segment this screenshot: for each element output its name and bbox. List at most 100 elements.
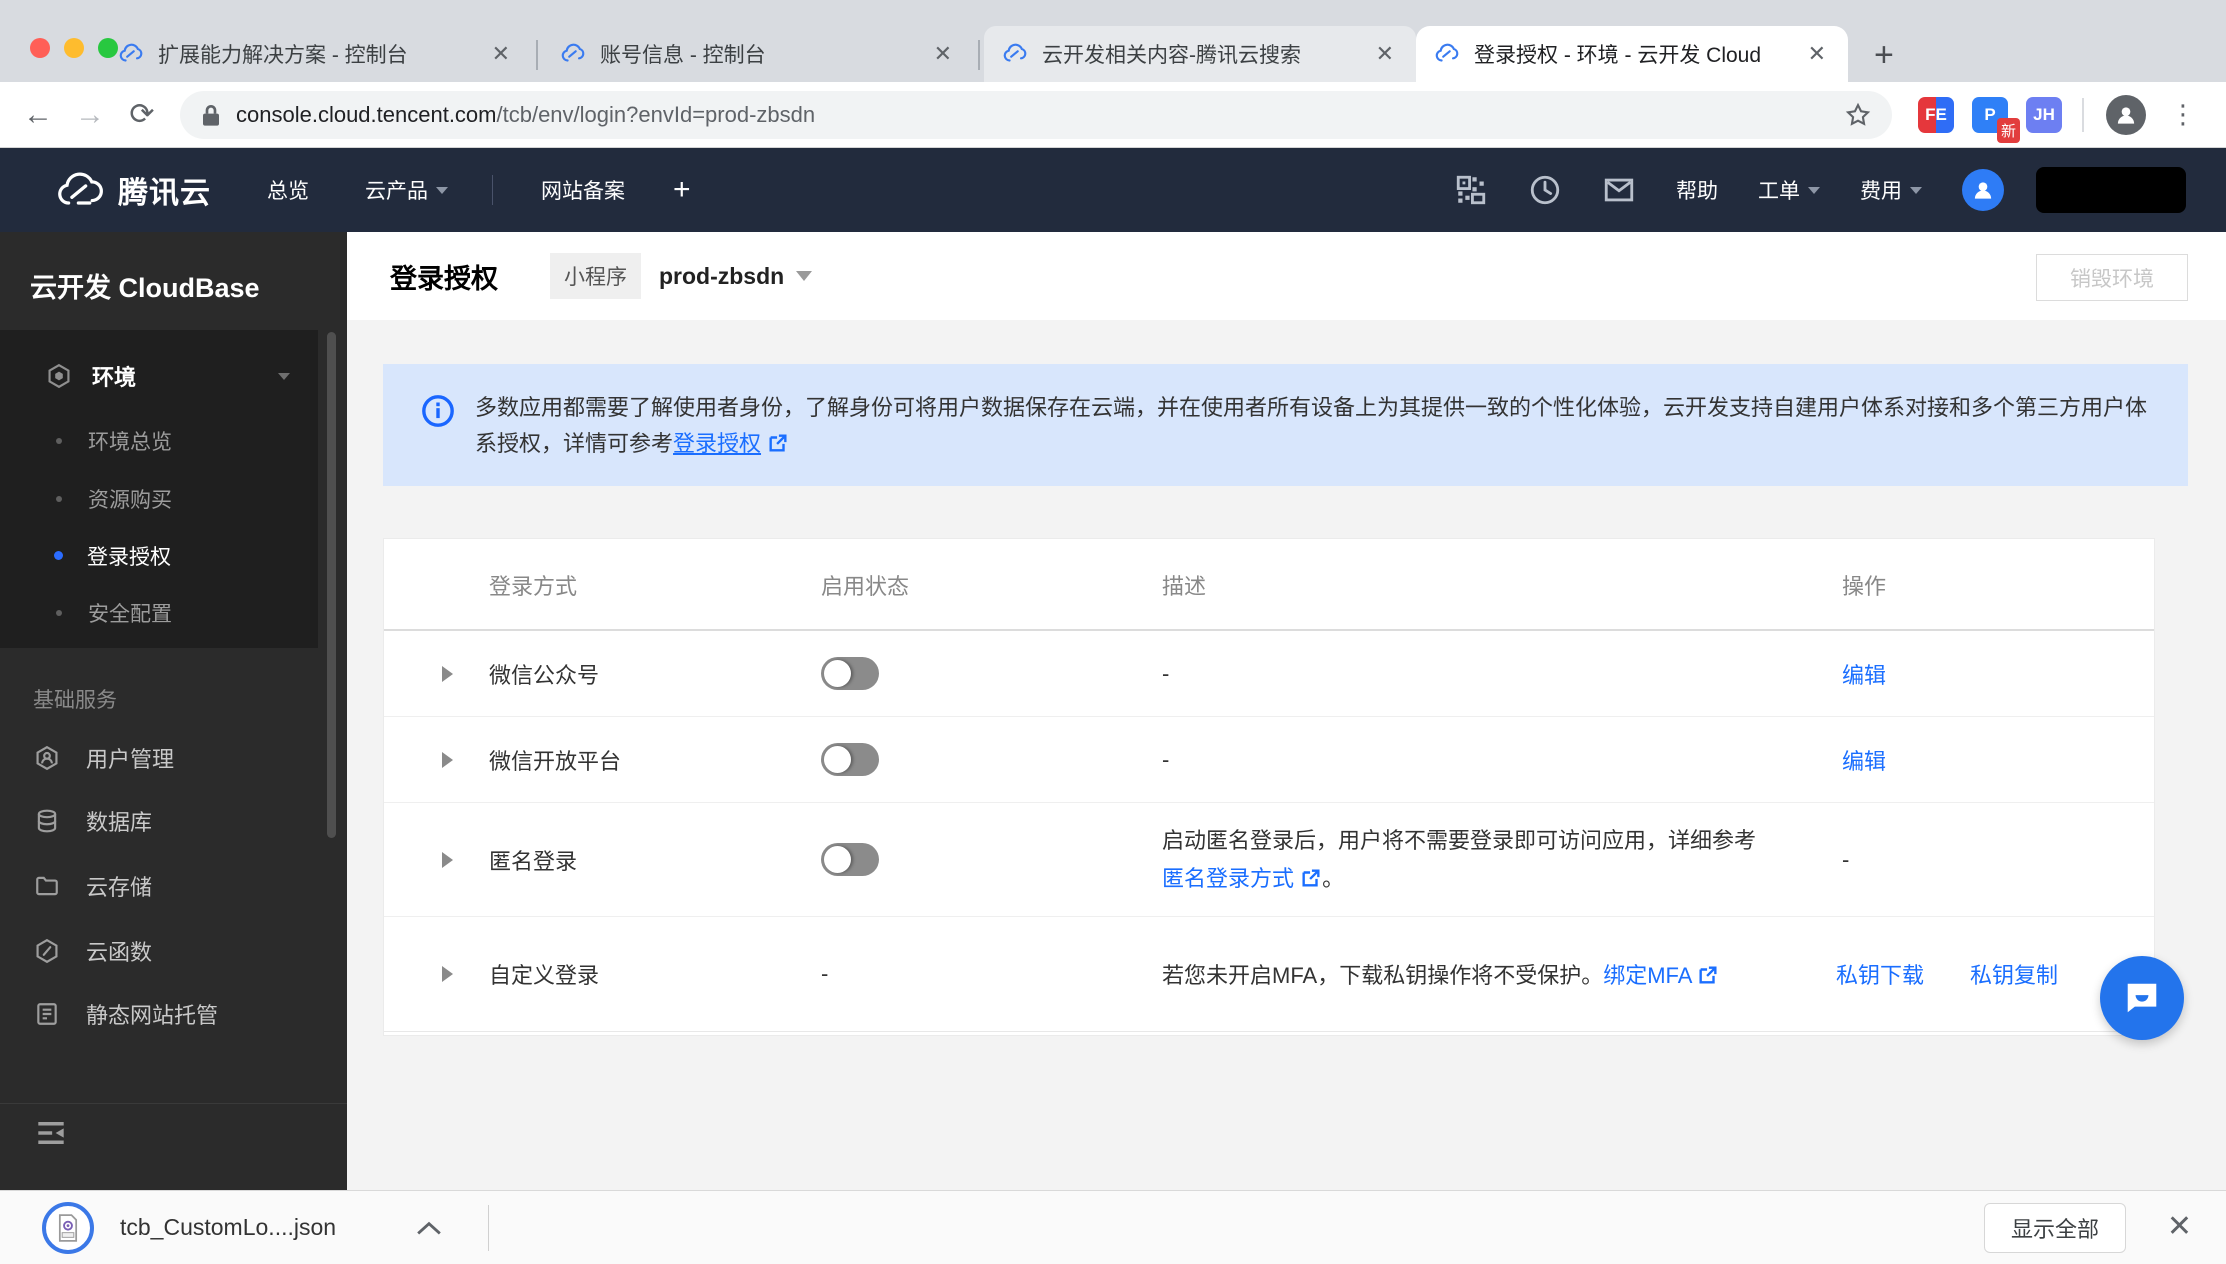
database-icon — [37, 809, 57, 833]
person-icon — [2117, 106, 2135, 124]
sidebar-item-env-overview[interactable]: 环境总览 — [0, 412, 318, 469]
private-key-download-link[interactable]: 私钥下载 — [1836, 958, 1924, 990]
hexagon-env-icon — [48, 363, 70, 389]
destroy-env-button[interactable]: 销毁环境 — [2036, 254, 2188, 301]
tab-close-icon[interactable]: ✕ — [1370, 41, 1400, 67]
tab-title: 登录授权 - 环境 - 云开发 Cloud — [1474, 44, 1762, 67]
back-icon[interactable]: ← — [12, 98, 64, 132]
tencent-cloud-favicon — [1435, 43, 1459, 62]
message-mail-icon[interactable] — [1602, 173, 1636, 207]
edit-link[interactable]: 编辑 — [1842, 658, 1886, 690]
row-name: 自定义登录 — [489, 963, 600, 988]
tencent-cloud-logo[interactable]: 腾讯云 — [54, 168, 211, 212]
chevron-down-icon — [1910, 186, 1922, 194]
nav-ticket[interactable]: 工单 — [1758, 175, 1820, 205]
tab-title: 扩展能力解决方案 - 控制台 — [158, 44, 408, 67]
sidebar-section-env[interactable]: 环境 — [0, 350, 318, 402]
account-avatar[interactable] — [1962, 169, 2004, 211]
nav-beian[interactable]: 网站备案 — [541, 175, 625, 205]
browser-tab-active[interactable]: 登录授权 - 环境 - 云开发 Cloud ✕ — [1416, 26, 1848, 82]
bookmark-star-icon[interactable] — [1844, 101, 1872, 129]
banner-text: 多数应用都需要了解使用者身份，了解身份可将用户数据保存在云端，并在使用者所有设备… — [475, 395, 2148, 456]
browser-tab-3[interactable]: 云开发相关内容-腾讯云搜索 ✕ — [984, 26, 1416, 82]
env-id-selector[interactable]: prod-zbsdn — [659, 263, 784, 290]
browser-window: 扩展能力解决方案 - 控制台 ✕ 账号信息 - 控制台 ✕ 云开发相关内容-腾讯… — [0, 0, 2226, 1264]
tab-close-icon[interactable]: ✕ — [928, 41, 958, 67]
login-methods-table: 登录方式 启用状态 描述 操作 微信公众号 - 编辑 微信开放平台 - 编辑 匿… — [383, 538, 2155, 1036]
anonymous-login-link[interactable]: 匿名登录方式 — [1162, 866, 1294, 891]
page-header: 登录授权 小程序 prod-zbsdn 销毁环境 — [347, 232, 2226, 320]
info-banner: 多数应用都需要了解使用者身份，了解身份可将用户数据保存在云端，并在使用者所有设备… — [383, 364, 2188, 486]
header-description: 描述 — [1162, 574, 1207, 599]
download-bar-close-icon[interactable]: ✕ — [2167, 1209, 2192, 1244]
chevron-down-icon[interactable] — [796, 271, 813, 281]
tencent-cloud-favicon — [561, 43, 585, 62]
url-address-bar[interactable]: console.cloud.tencent.com/tcb/env/login?… — [180, 90, 1892, 139]
qrcode-icon[interactable] — [1454, 173, 1488, 207]
browser-profile-avatar[interactable] — [2106, 94, 2146, 135]
row-name: 匿名登录 — [489, 848, 578, 874]
nav-products[interactable]: 云产品 — [365, 175, 448, 205]
header-login-method: 登录方式 — [489, 574, 578, 599]
download-bar: tcb_CustomLo....json 显示全部 ✕ — [0, 1190, 2226, 1264]
browser-tab-1[interactable]: 扩展能力解决方案 - 控制台 ✕ — [100, 26, 532, 82]
edit-link[interactable]: 编辑 — [1842, 744, 1886, 776]
toggle-off-switch[interactable] — [821, 743, 879, 776]
browser-menu-icon[interactable]: ⋮ — [2170, 99, 2196, 130]
tab-close-icon[interactable]: ✕ — [486, 41, 516, 67]
customer-service-chat-button[interactable] — [2100, 956, 2184, 1040]
row-description: 若您未开启MFA，下载私钥操作将不受保护。绑定MFA — [1162, 917, 1719, 1031]
table-row-wechat-open: 微信开放平台 - 编辑 — [384, 717, 2154, 803]
banner-login-auth-link[interactable]: 登录授权 — [673, 431, 761, 456]
browser-tab-2[interactable]: 账号信息 - 控制台 ✕ — [542, 26, 974, 82]
toggle-off-switch[interactable] — [821, 843, 879, 876]
sidebar-group-label: 基础服务 — [33, 689, 117, 712]
sidebar-item-resource-purchase[interactable]: 资源购买 — [0, 470, 318, 527]
tab-separator — [978, 40, 980, 70]
toggle-off-switch[interactable] — [821, 657, 879, 690]
sidebar-item-login-auth[interactable]: 登录授权 — [0, 527, 318, 584]
download-bar-divider — [488, 1204, 490, 1251]
sidebar-item-database[interactable]: 数据库 — [0, 791, 318, 851]
sidebar-item-user-management[interactable]: 用户管理 — [0, 728, 318, 788]
nav-billing[interactable]: 费用 — [1860, 175, 1922, 205]
sidebar-item-static-hosting[interactable]: 静态网站托管 — [0, 984, 318, 1044]
private-key-copy-link[interactable]: 私钥复制 — [1970, 958, 2058, 990]
chevron-down-icon — [436, 186, 448, 194]
cloud-function-icon — [36, 938, 58, 964]
window-minimize-button[interactable] — [64, 38, 84, 58]
forward-icon[interactable]: → — [64, 98, 116, 132]
reload-icon[interactable]: ⟳ — [116, 97, 168, 132]
chevron-up-icon[interactable] — [416, 1219, 442, 1237]
tab-separator — [536, 40, 538, 70]
tab-strip: 扩展能力解决方案 - 控制台 ✕ 账号信息 - 控制台 ✕ 云开发相关内容-腾讯… — [0, 0, 2226, 82]
bullet-icon — [56, 437, 62, 444]
nav-add-icon[interactable]: + — [673, 173, 691, 207]
row-toggle[interactable] — [821, 631, 879, 716]
extension-p-icon[interactable]: P新 — [1972, 96, 2020, 143]
env-type-badge: 小程序 — [550, 253, 641, 299]
user-management-icon — [36, 745, 58, 771]
show-all-downloads-button[interactable]: 显示全部 — [1983, 1203, 2126, 1253]
sidebar-scrollbar[interactable] — [327, 332, 336, 838]
nav-overview[interactable]: 总览 — [267, 175, 309, 205]
nav-help[interactable]: 帮助 — [1676, 175, 1718, 205]
extensions-area: FE P新 JH — [1918, 96, 2062, 143]
chevron-down-icon — [278, 372, 290, 380]
sidebar-item-security-config[interactable]: 安全配置 — [0, 584, 318, 641]
window-close-button[interactable] — [30, 38, 50, 58]
tab-close-icon[interactable]: ✕ — [1802, 41, 1832, 67]
downloaded-file-chip[interactable]: tcb_CustomLo....json — [42, 1201, 442, 1254]
console-topnav: 腾讯云 总览 云产品 网站备案 + ✓ 复制成功 帮助 工单 费用 — [0, 148, 2226, 366]
row-toggle[interactable] — [821, 803, 879, 916]
sidebar-collapse-icon[interactable] — [36, 1120, 66, 1151]
sidebar-item-cloud-storage[interactable]: 云存储 — [0, 856, 318, 916]
bind-mfa-link[interactable]: 绑定MFA — [1603, 963, 1691, 988]
extension-jh-icon[interactable]: JH — [2026, 96, 2062, 133]
new-tab-button[interactable]: + — [1874, 38, 1894, 72]
page-title: 登录授权 — [390, 263, 498, 294]
row-toggle[interactable] — [821, 717, 879, 802]
extension-fe-icon[interactable]: FE — [1918, 96, 1954, 133]
history-clock-icon[interactable] — [1528, 173, 1562, 207]
sidebar-item-cloud-function[interactable]: 云函数 — [0, 921, 318, 981]
